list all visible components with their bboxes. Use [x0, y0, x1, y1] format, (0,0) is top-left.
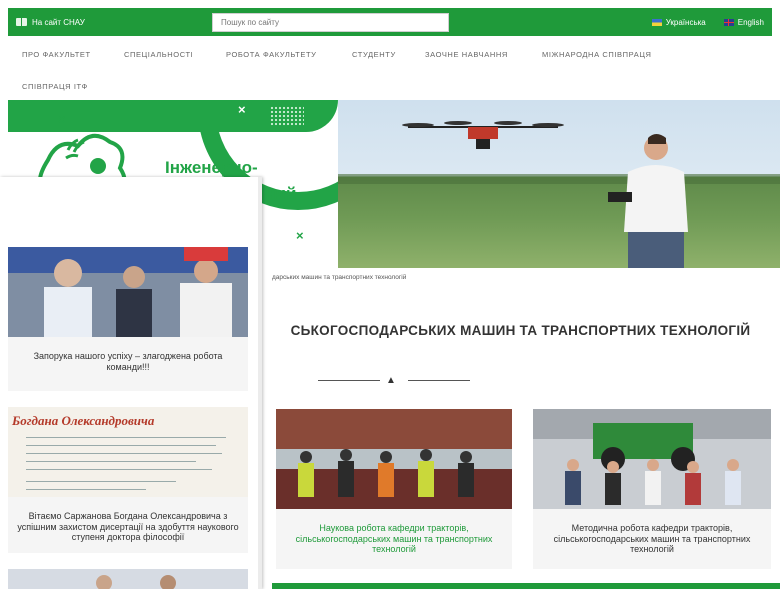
news-item[interactable] [8, 569, 248, 589]
news-item[interactable]: Запорука нашого успіху – злагоджена робо… [8, 247, 248, 391]
divider-line [408, 380, 470, 381]
book-icon [16, 18, 27, 26]
research-card-caption[interactable]: Наукова робота кафедри тракторів, сільсь… [282, 523, 506, 555]
lang-english[interactable]: English [723, 17, 764, 27]
decor-x-icon: × [58, 112, 66, 127]
diploma-line [26, 489, 146, 490]
news-photo-partial [8, 569, 248, 589]
diploma-line [26, 469, 212, 470]
news-item[interactable]: Богдана Олександровича Вітаємо Саржанова… [8, 407, 248, 553]
title-divider: ▲ [318, 375, 471, 386]
home-link[interactable]: На сайт СНАУ [8, 18, 212, 27]
nav-faculty-work[interactable]: Робота факультету [226, 50, 317, 59]
methodical-photo [533, 409, 771, 509]
research-card[interactable]: Наукова робота кафедри тракторів, сільсь… [276, 409, 512, 569]
news-photo-team [8, 247, 248, 337]
lang-ukrainian-label: Українська [665, 17, 706, 27]
nav-distance[interactable]: Заочне навчання [425, 50, 508, 59]
news-sidebar: Запорука нашого успіху – злагоджена робо… [0, 177, 262, 589]
page-title: СЬКОГОСПОДАРСЬКИХ МАШИН ТА ТРАНСПОРТНИХ … [290, 323, 751, 338]
main-nav: Про факультет Спеціальності Робота факул… [8, 36, 772, 100]
top-bar: На сайт СНАУ Українська English [8, 8, 772, 36]
footer-green-bar [272, 583, 780, 589]
tree-line [338, 174, 780, 184]
research-photo [276, 409, 512, 509]
uk-flag-icon [723, 18, 734, 26]
ukraine-flag-icon [651, 18, 662, 26]
graduation-cap-icon: ▲ [386, 375, 396, 386]
diploma-line [26, 453, 222, 454]
diploma-line [26, 437, 226, 438]
nav-international[interactable]: Міжнародна співпраця [542, 50, 652, 59]
divider-line [318, 380, 380, 381]
nav-student[interactable]: Студенту [352, 50, 396, 59]
search-input[interactable] [212, 12, 449, 32]
home-link-label: На сайт СНАУ [32, 17, 85, 27]
hero-photo [338, 100, 780, 268]
lang-english-label: English [737, 17, 764, 27]
methodical-card[interactable]: Методична робота кафедри тракторів, сіль… [533, 409, 771, 569]
nav-about[interactable]: Про факультет [22, 50, 91, 59]
drone-image [402, 121, 564, 149]
decor-dots [270, 106, 304, 126]
sidebar-scrollbar[interactable] [258, 177, 262, 589]
news-caption[interactable]: Вітаємо Саржанова Богдана Олександровича… [14, 511, 242, 543]
diploma-line [26, 461, 196, 462]
decor-x-icon: × [296, 228, 304, 243]
diploma-line [26, 445, 216, 446]
lang-ukrainian[interactable]: Українська [651, 17, 706, 27]
nav-cooperation[interactable]: Співпраця ІТФ [22, 82, 88, 91]
diploma-heading: Богдана Олександровича [12, 413, 155, 428]
diploma-line [26, 481, 176, 482]
breadcrumb[interactable]: дарських машин та транспортних технологі… [272, 274, 406, 281]
news-caption[interactable]: Запорука нашого успіху – злагоджена робо… [14, 351, 242, 372]
decor-x-icon: × [238, 102, 246, 117]
methodical-card-caption[interactable]: Методична робота кафедри тракторів, сіль… [539, 523, 765, 555]
operator-image [608, 134, 688, 268]
nav-specialties[interactable]: Спеціальності [124, 50, 193, 59]
language-switcher: Українська English [651, 17, 772, 27]
news-photo-diploma: Богдана Олександровича [8, 407, 248, 497]
